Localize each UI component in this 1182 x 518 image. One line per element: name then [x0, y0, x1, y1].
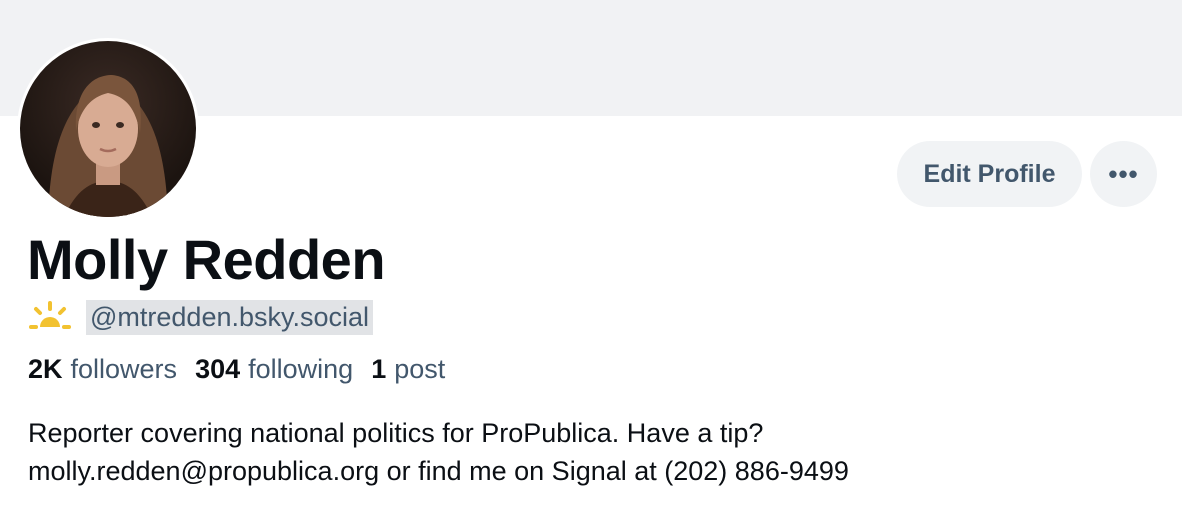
- sun-icon: [29, 301, 71, 329]
- avatar[interactable]: [17, 38, 199, 220]
- followers-link[interactable]: 2K followers: [28, 354, 177, 385]
- display-name: Molly Redden: [27, 228, 386, 291]
- profile-bio: Reporter covering national politics for …: [28, 414, 1148, 490]
- following-label: following: [248, 354, 354, 384]
- edit-profile-button[interactable]: Edit Profile: [897, 141, 1082, 207]
- bio-line-1: Reporter covering national politics for …: [28, 418, 764, 448]
- avatar-portrait: [48, 75, 168, 217]
- profile-handle: @mtredden.bsky.social: [86, 299, 374, 335]
- following-count: 304: [195, 354, 241, 384]
- bio-email-link[interactable]: molly.redden@propublica.org: [28, 456, 379, 486]
- followers-label: followers: [70, 354, 178, 384]
- following-link[interactable]: 304 following: [195, 354, 353, 385]
- more-options-button[interactable]: •••: [1090, 141, 1157, 207]
- posts-label: post: [394, 354, 446, 384]
- ellipsis-icon: •••: [1108, 158, 1139, 189]
- followers-count: 2K: [28, 354, 63, 384]
- posts-count: 1: [371, 354, 387, 384]
- bio-line-2-text: or find me on Signal at (202) 886-9499: [379, 456, 849, 486]
- handle-row: @mtredden.bsky.social: [28, 298, 374, 336]
- avatar-photo: [20, 41, 196, 217]
- bio-line-2: molly.redden@propublica.org or find me o…: [28, 452, 1148, 490]
- profile-stats: 2K followers 304 following 1 post: [28, 354, 445, 385]
- posts-stat: 1 post: [371, 354, 445, 385]
